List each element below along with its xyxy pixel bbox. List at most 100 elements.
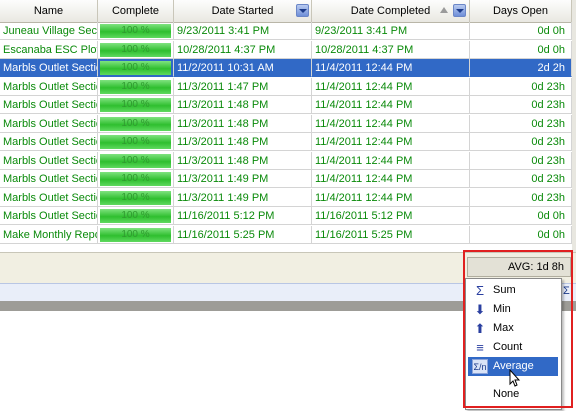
- cell-date-started[interactable]: 11/3/2011 1:48 PM: [174, 133, 312, 151]
- menu-item-max[interactable]: ⬆ Max: [468, 319, 558, 338]
- progress-bar: 100 %: [100, 172, 171, 186]
- table-row[interactable]: Marbls Outlet Sectio 100 % 11/3/2011 1:48 …: [0, 133, 572, 151]
- cell-date-completed[interactable]: 11/4/2011 12:44 PM: [312, 133, 470, 151]
- table-row[interactable]: Juneau Village Sect 100 % 9/23/2011 3:41 P…: [0, 22, 572, 40]
- cell-name[interactable]: Make Monthly Repo: [0, 225, 98, 244]
- cell-days-open[interactable]: 0d 23h: [470, 151, 572, 170]
- progress-bar: 100 %: [100, 61, 171, 75]
- cell-date-started[interactable]: 9/23/2011 3:41 PM: [174, 22, 312, 40]
- cell-date-completed[interactable]: 11/4/2011 12:44 PM: [312, 114, 470, 133]
- cell-date-started[interactable]: 11/3/2011 1:48 PM: [174, 151, 312, 170]
- cell-date-completed[interactable]: 10/28/2011 4:37 PM: [312, 40, 470, 59]
- table-row[interactable]: Marbls Outlet Sectio 100 % 11/3/2011 1:48 …: [0, 96, 572, 114]
- table-row[interactable]: Marbls Outlet Sectio 100 % 11/3/2011 1:48 …: [0, 151, 572, 170]
- menu-item-sum[interactable]: Σ Sum: [468, 281, 558, 300]
- menu-item-min[interactable]: ⬇ Min: [468, 300, 558, 319]
- cell-days-open[interactable]: 0d 0h: [470, 225, 572, 244]
- cell-days-open[interactable]: 0d 0h: [470, 22, 572, 40]
- cell-date-completed[interactable]: 11/4/2011 12:44 PM: [312, 151, 470, 170]
- cell-name[interactable]: Marbls Outlet Sectio: [0, 170, 98, 188]
- cell-days-open[interactable]: 0d 23h: [470, 188, 572, 207]
- cell-date-completed[interactable]: 11/16/2011 5:25 PM: [312, 225, 470, 244]
- cell-date-completed[interactable]: 11/16/2011 5:12 PM: [312, 207, 470, 225]
- column-header-label: Name: [33, 5, 64, 17]
- table-row[interactable]: Marbls Outlet Sectio 100 % 11/3/2011 1:48 …: [0, 114, 572, 133]
- cell-days-open[interactable]: 0d 23h: [470, 133, 572, 151]
- menu-item-label: Sum: [493, 284, 516, 296]
- cell-date-started[interactable]: 11/2/2011 10:31 AM: [174, 59, 312, 77]
- table-row[interactable]: Marbls Outlet Sectio 100 % 11/2/2011 10:31…: [0, 59, 572, 77]
- vertical-scrollbar[interactable]: [572, 0, 576, 252]
- cell-complete[interactable]: 100 %: [98, 96, 174, 114]
- cell-days-open[interactable]: 0d 23h: [470, 77, 572, 96]
- cell-date-started[interactable]: 11/3/2011 1:48 PM: [174, 114, 312, 133]
- cell-date-started[interactable]: 11/3/2011 1:48 PM: [174, 96, 312, 114]
- cell-complete[interactable]: 100 %: [98, 170, 174, 188]
- cell-days-open[interactable]: 2d 2h: [470, 59, 572, 77]
- aggregate-summary-label: AVG: 1d 8h: [507, 261, 564, 273]
- menu-item-label: Count: [493, 341, 523, 353]
- cell-days-open[interactable]: 0d 23h: [470, 114, 572, 133]
- cell-complete[interactable]: 100 %: [98, 151, 174, 170]
- cell-name[interactable]: Marbls Outlet Sectio: [0, 188, 98, 207]
- cell-days-open[interactable]: 0d 23h: [470, 170, 572, 188]
- count-icon: ≡: [476, 340, 484, 355]
- table-row[interactable]: Escanaba ESC Plot 100 % 10/28/2011 4:37 PM…: [0, 40, 572, 59]
- column-header-complete[interactable]: Complete: [98, 0, 174, 22]
- cell-name[interactable]: Marbls Outlet Sectio: [0, 77, 98, 96]
- cell-complete[interactable]: 100 %: [98, 77, 174, 96]
- cell-name[interactable]: Juneau Village Sect: [0, 22, 98, 40]
- cell-complete[interactable]: 100 %: [98, 114, 174, 133]
- cell-name[interactable]: Marbls Outlet Sectio: [0, 59, 98, 77]
- table-row[interactable]: Marbls Outlet Sectio 100 % 11/3/2011 1:49 …: [0, 170, 572, 188]
- progress-bar: 100 %: [100, 79, 171, 94]
- cell-complete[interactable]: 100 %: [98, 59, 174, 77]
- cell-complete[interactable]: 100 %: [98, 133, 174, 151]
- column-header-date-started[interactable]: Date Started: [174, 0, 312, 22]
- cell-complete[interactable]: 100 %: [98, 207, 174, 225]
- cell-date-started[interactable]: 11/3/2011 1:49 PM: [174, 188, 312, 207]
- progress-bar: 100 %: [100, 190, 171, 205]
- cell-days-open[interactable]: 0d 0h: [470, 207, 572, 225]
- column-header-name[interactable]: Name: [0, 0, 98, 22]
- progress-bar: 100 %: [100, 209, 171, 223]
- cell-name[interactable]: Marbls Outlet Sectio: [0, 96, 98, 114]
- cell-complete[interactable]: 100 %: [98, 225, 174, 244]
- cell-date-completed[interactable]: 11/4/2011 12:44 PM: [312, 77, 470, 96]
- aggregate-summary-cell[interactable]: AVG: 1d 8h: [467, 257, 571, 277]
- cell-date-completed[interactable]: 11/4/2011 12:44 PM: [312, 170, 470, 188]
- cell-date-started[interactable]: 11/16/2011 5:25 PM: [174, 225, 312, 244]
- cell-date-completed[interactable]: 11/4/2011 12:44 PM: [312, 188, 470, 207]
- table-row[interactable]: Marbls Outlet Sectio 100 % 11/3/2011 1:49 …: [0, 188, 572, 207]
- cell-name[interactable]: Marbls Outlet Sectio: [0, 151, 98, 170]
- table-row[interactable]: Marbls Outlet Sectio 100 % 11/16/2011 5:12…: [0, 207, 572, 225]
- cell-complete[interactable]: 100 %: [98, 188, 174, 207]
- column-header-label: Complete: [111, 5, 160, 17]
- cell-date-completed[interactable]: 11/4/2011 12:44 PM: [312, 59, 470, 77]
- cell-name[interactable]: Marbls Outlet Sectio: [0, 133, 98, 151]
- mouse-pointer-icon: [509, 369, 521, 387]
- menu-item-count[interactable]: ≡ Count: [468, 338, 558, 357]
- cell-date-started[interactable]: 11/3/2011 1:49 PM: [174, 170, 312, 188]
- cell-complete[interactable]: 100 %: [98, 40, 174, 59]
- cell-name[interactable]: Escanaba ESC Plot: [0, 40, 98, 59]
- min-icon: ⬇: [474, 302, 486, 317]
- cell-date-started[interactable]: 11/16/2011 5:12 PM: [174, 207, 312, 225]
- column-header-date-completed[interactable]: Date Completed: [312, 0, 470, 22]
- table-row[interactable]: Make Monthly Repo 100 % 11/16/2011 5:25 PM…: [0, 225, 572, 244]
- progress-bar: 100 %: [100, 24, 171, 38]
- cell-days-open[interactable]: 0d 0h: [470, 40, 572, 59]
- cell-date-started[interactable]: 11/3/2011 1:47 PM: [174, 77, 312, 96]
- filter-dropdown-icon[interactable]: [296, 4, 309, 17]
- filter-dropdown-icon[interactable]: [453, 4, 466, 17]
- cell-name[interactable]: Marbls Outlet Sectio: [0, 114, 98, 133]
- cell-date-started[interactable]: 10/28/2011 4:37 PM: [174, 40, 312, 59]
- column-header-days-open[interactable]: Days Open: [470, 0, 572, 22]
- cell-days-open[interactable]: 0d 23h: [470, 96, 572, 114]
- cell-name[interactable]: Marbls Outlet Sectio: [0, 207, 98, 225]
- cell-date-completed[interactable]: 9/23/2011 3:41 PM: [312, 22, 470, 40]
- table-row[interactable]: Marbls Outlet Sectio 100 % 11/3/2011 1:47 …: [0, 77, 572, 96]
- cell-date-completed[interactable]: 11/4/2011 12:44 PM: [312, 96, 470, 114]
- sigma-icon[interactable]: Σ: [563, 286, 570, 297]
- cell-complete[interactable]: 100 %: [98, 22, 174, 40]
